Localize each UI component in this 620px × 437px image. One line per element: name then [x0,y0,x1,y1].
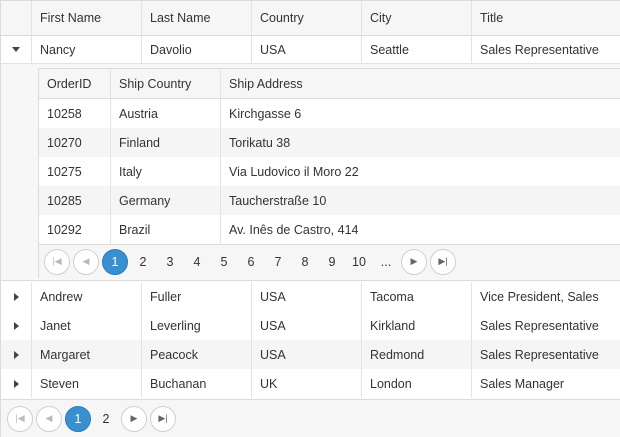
cell-order-id: 10258 [47,106,82,121]
cell-last-name: Buchanan [141,369,251,398]
column-header-first-name[interactable]: First Name [31,1,141,35]
cell-country: USA [251,282,361,311]
expand-arrow-icon[interactable] [1,282,31,311]
column-header-label: First Name [40,11,102,25]
page-button[interactable]: 7 [266,249,290,275]
cell-country: USA [251,340,361,369]
expand-arrow-icon[interactable] [1,311,31,340]
column-header-label: City [370,11,392,25]
last-page-icon[interactable]: ▶| [150,405,176,432]
cell-city: London [361,369,471,398]
cell-first-name: Margaret [31,340,141,369]
cell-country: UK [251,369,361,398]
column-header-label: Last Name [150,11,211,25]
cell-first-name: Steven [31,369,141,398]
cell-ship-address: Av. Inês de Castro, 414 [220,215,620,244]
table-row-expanded[interactable]: Nancy Davolio USA Seattle Sales Represen… [1,35,620,64]
first-page-icon[interactable]: |◀ [7,405,33,432]
cell-last-name: Davolio [141,35,251,64]
last-page-icon[interactable]: ▶| [430,248,456,275]
cell-last-name: Peacock [141,340,251,369]
expand-arrow-icon[interactable] [1,340,31,369]
column-header-title[interactable]: Title [471,1,620,35]
column-header-label: Ship Country [119,76,192,91]
cell-ship-country: Brazil [110,215,220,244]
detail-column-header-order-id[interactable]: OrderID [39,69,110,98]
master-pager: |◀ ◀ 1 2 ▶ ▶| [1,399,620,437]
detail-table-row[interactable]: 10292 Brazil Av. Inês de Castro, 414 [39,215,620,244]
column-header-last-name[interactable]: Last Name [141,1,251,35]
expand-arrow-icon[interactable] [1,369,31,398]
page-button[interactable]: 4 [185,249,209,275]
detail-column-header-ship-address[interactable]: Ship Address [220,69,620,98]
cell-last-name: Fuller [141,282,251,311]
cell-title: Sales Representative [471,340,620,369]
detail-column-header-ship-country[interactable]: Ship Country [110,69,220,98]
cell-title: Vice President, Sales [471,282,620,311]
table-row[interactable]: Margaret Peacock USA Redmond Sales Repre… [1,340,620,369]
cell-last-name: Leverling [141,311,251,340]
cell-city: Redmond [361,340,471,369]
cell-city: Kirkland [361,311,471,340]
more-pages-button[interactable]: ... [374,249,398,275]
cell-country: USA [251,311,361,340]
cell-title: Sales Representative [471,311,620,340]
cell-first-name: Janet [31,311,141,340]
cell-ship-address: Torikatu 38 [220,128,620,157]
cell-city: Tacoma [361,282,471,311]
page-button[interactable]: 6 [239,249,263,275]
page-button[interactable]: 2 [94,406,118,432]
page-button[interactable]: 1 [65,405,91,432]
table-row[interactable]: Andrew Fuller USA Tacoma Vice President,… [1,282,620,311]
previous-page-icon[interactable]: ◀ [73,248,99,275]
detail-table-row[interactable]: 10285 Germany Taucherstraße 10 [39,186,620,215]
column-header-city[interactable]: City [361,1,471,35]
column-header-label: Country [260,11,304,25]
detail-table-row[interactable]: 10258 Austria Kirchgasse 6 [39,99,620,128]
cell-ship-address: Kirchgasse 6 [220,99,620,128]
page-button[interactable]: 3 [158,249,182,275]
page-button[interactable]: 9 [320,249,344,275]
cell-title: Sales Manager [471,369,620,398]
page-button[interactable]: 10 [347,249,371,275]
next-page-icon[interactable]: ▶ [121,405,147,432]
page-button[interactable]: 1 [102,248,128,275]
first-page-icon[interactable]: |◀ [44,248,70,275]
detail-table-row[interactable]: 10275 Italy Via Ludovico il Moro 22 [39,157,620,186]
column-header-label: OrderID [47,76,92,91]
column-header-country[interactable]: Country [251,1,361,35]
cell-ship-country: Germany [110,186,220,215]
grid-header: First Name Last Name Country City Title [1,1,620,36]
column-header-label: Title [480,11,504,25]
detail-grid: OrderID Ship Country Ship Address 10258 … [38,68,620,278]
table-row[interactable]: Steven Buchanan UK London Sales Manager [1,369,620,398]
collapse-arrow-icon[interactable] [1,35,31,64]
cell-ship-country: Austria [110,99,220,128]
previous-page-icon[interactable]: ◀ [36,405,62,432]
cell-order-id: 10292 [47,222,82,237]
detail-grid-header: OrderID Ship Country Ship Address [39,69,620,99]
cell-order-id: 10285 [47,193,82,208]
master-grid: First Name Last Name Country City Title … [0,0,620,437]
cell-title: Sales Representative [471,35,620,64]
cell-ship-country: Finland [110,128,220,157]
cell-order-id: 10275 [47,164,82,179]
page-button[interactable]: 2 [131,249,155,275]
cell-city: Seattle [361,35,471,64]
cell-ship-country: Italy [110,157,220,186]
column-header-label: Ship Address [229,76,303,91]
next-page-icon[interactable]: ▶ [401,248,427,275]
cell-first-name: Nancy [31,35,141,64]
detail-table-row[interactable]: 10270 Finland Torikatu 38 [39,128,620,157]
cell-country: USA [251,35,361,64]
cell-ship-address: Taucherstraße 10 [220,186,620,215]
detail-row: OrderID Ship Country Ship Address 10258 … [1,63,620,281]
cell-ship-address: Via Ludovico il Moro 22 [220,157,620,186]
cell-order-id: 10270 [47,135,82,150]
cell-first-name: Andrew [31,282,141,311]
table-row[interactable]: Janet Leverling USA Kirkland Sales Repre… [1,311,620,340]
page-button[interactable]: 5 [212,249,236,275]
page-button[interactable]: 8 [293,249,317,275]
detail-pager: |◀ ◀ 1 2 3 4 5 6 7 8 9 10 ... ▶ ▶| [39,244,620,278]
